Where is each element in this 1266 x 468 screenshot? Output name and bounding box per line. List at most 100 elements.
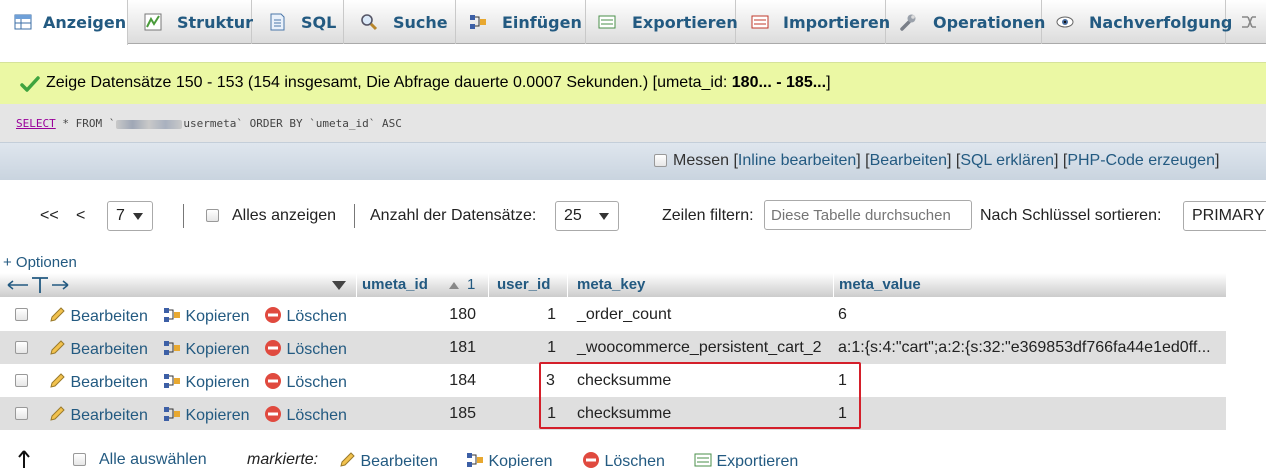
row-checkbox[interactable] <box>15 374 28 387</box>
pencil-icon <box>50 406 65 421</box>
wrench-icon <box>900 14 916 31</box>
cell-umeta-id: 185 <box>449 405 476 422</box>
column-header-meta-value[interactable]: meta_value <box>834 273 1226 297</box>
column-label: meta_key <box>577 276 646 293</box>
select-all-checkbox[interactable] <box>73 453 86 466</box>
row-copy-button[interactable]: Kopieren <box>163 372 250 392</box>
bulk-export-button[interactable]: Exportieren <box>694 451 798 468</box>
sql-keyword-select[interactable]: SELECT <box>16 117 56 130</box>
tab-struktur[interactable]: Struktur <box>128 0 254 44</box>
tab-label: SQL <box>301 13 337 32</box>
first-page-button[interactable]: << <box>40 207 59 225</box>
column-resize-arrows-icon[interactable] <box>6 276 70 294</box>
row-edit-button[interactable]: Bearbeiten <box>48 306 148 326</box>
tab-operationen[interactable]: Operationen <box>886 0 1045 44</box>
cell-meta-value: 1 <box>838 372 847 389</box>
sql-query: SELECT * FROM ` usermeta` ORDER BY `umeta… <box>16 117 402 130</box>
separator: ] [ <box>1053 152 1068 169</box>
column-header-umeta-id[interactable]: umeta_id 1 <box>357 273 488 297</box>
redacted-table-prefix <box>116 119 183 129</box>
row-checkbox[interactable] <box>15 308 28 321</box>
page-select[interactable]: 7 <box>107 201 153 231</box>
success-message: Zeige Datensätze 150 - 153 (154 insgesam… <box>0 62 1266 104</box>
check-icon <box>20 76 40 92</box>
edit-query-link[interactable]: Bearbeiten <box>870 152 947 169</box>
row-delete-button[interactable]: Löschen <box>264 372 347 392</box>
marked-label: markierte: <box>247 451 319 468</box>
cell-umeta-id: 181 <box>449 339 476 356</box>
cell-user-id: 1 <box>547 339 556 356</box>
divider <box>354 204 355 228</box>
row-delete-button[interactable]: Löschen <box>264 405 347 425</box>
column-header-user-id[interactable]: user_id <box>489 273 567 297</box>
tab-importieren[interactable]: Importieren <box>736 0 890 44</box>
prev-page-button[interactable]: < <box>76 207 85 225</box>
column-header-meta-key[interactable]: meta_key <box>568 273 833 297</box>
tab-trigger[interactable] <box>1226 0 1266 44</box>
pencil-icon <box>50 307 65 322</box>
inline-edit-link[interactable]: Inline bearbeiten <box>738 152 856 169</box>
table-row: Bearbeiten Kopieren Löschen 180 1 _order_co… <box>0 298 1226 331</box>
row-edit-label: Bearbeiten <box>70 308 148 325</box>
tab-label: Struktur <box>177 13 254 32</box>
row-edit-label: Bearbeiten <box>70 407 148 424</box>
tab-sql[interactable]: SQL <box>252 0 344 44</box>
filter-rows-input[interactable] <box>764 200 972 230</box>
tab-suche[interactable]: Suche <box>344 0 456 44</box>
row-edit-button[interactable]: Bearbeiten <box>48 405 148 425</box>
navigation-row: << < 7 Alles anzeigen Anzahl der Datensä… <box>0 198 1266 234</box>
separator: ] <box>1214 152 1220 169</box>
row-copy-button[interactable]: Kopieren <box>163 339 250 359</box>
sql-query-box: SELECT * FROM ` usermeta` ORDER BY `umeta… <box>0 104 1266 142</box>
row-delete-button[interactable]: Löschen <box>264 306 347 326</box>
row-checkbox[interactable] <box>15 341 28 354</box>
cell-meta-key: _order_count <box>577 306 672 323</box>
tab-bar: Anzeigen Struktur SQL Suche Einfügen Exp… <box>0 0 1266 45</box>
delete-icon <box>265 406 281 422</box>
import-icon <box>751 15 769 29</box>
row-checkbox[interactable] <box>15 407 28 420</box>
success-body: Zeige Datensätze 150 - 153 (154 insgesam… <box>46 74 732 91</box>
tab-einfuegen[interactable]: Einfügen <box>456 0 586 44</box>
delete-icon <box>583 452 599 468</box>
row-edit-button[interactable]: Bearbeiten <box>48 339 148 359</box>
separator: ] [ <box>946 152 961 169</box>
show-all-checkbox[interactable] <box>206 209 219 222</box>
triggers-icon <box>1242 16 1256 28</box>
select-all-label[interactable]: Alle auswählen <box>99 451 207 468</box>
cell-meta-value: 1 <box>838 405 847 422</box>
sql-text: * FROM ` <box>55 117 116 130</box>
chevron-down-icon <box>599 213 609 220</box>
cell-meta-value: 6 <box>838 306 847 323</box>
tab-label: Anzeigen <box>43 13 127 32</box>
tab-nachverfolgung[interactable]: Nachverfolgung <box>1042 0 1232 44</box>
php-code-link[interactable]: PHP-Code erzeugen <box>1067 152 1215 169</box>
success-range: 180... - 185... <box>731 74 827 91</box>
bulk-edit-button[interactable]: Bearbeiten <box>338 451 438 468</box>
sort-key-value: PRIMARY <box>1192 207 1265 224</box>
tab-exportieren[interactable]: Exportieren <box>586 0 738 44</box>
bulk-copy-button[interactable]: Kopieren <box>466 451 553 468</box>
copy-icon <box>164 308 180 322</box>
sort-key-select[interactable]: PRIMARY <box>1183 201 1266 231</box>
row-delete-label: Löschen <box>286 341 347 358</box>
copy-icon <box>164 407 180 421</box>
row-delete-button[interactable]: Löschen <box>264 339 347 359</box>
bulk-copy-label: Kopieren <box>488 453 553 468</box>
measure-checkbox[interactable] <box>654 154 667 168</box>
row-copy-button[interactable]: Kopieren <box>163 306 250 326</box>
show-all-label: Alles anzeigen <box>232 207 337 224</box>
bulk-delete-button[interactable]: Löschen <box>582 451 665 468</box>
sql-explain-link[interactable]: SQL erklären <box>960 152 1054 169</box>
sort-order-number: 1 <box>467 276 476 293</box>
tab-anzeigen[interactable]: Anzeigen <box>0 0 128 45</box>
row-copy-button[interactable]: Kopieren <box>163 405 250 425</box>
rows-count-value: 25 <box>564 207 582 224</box>
row-edit-button[interactable]: Bearbeiten <box>48 372 148 392</box>
arrow-up-icon <box>18 450 30 468</box>
tab-label: Suche <box>393 13 448 32</box>
triangle-down-icon[interactable] <box>332 281 346 290</box>
cell-meta-key: _woocommerce_persistent_cart_2 <box>577 339 822 356</box>
rows-count-select[interactable]: 25 <box>555 201 619 231</box>
options-link[interactable]: + Optionen <box>3 254 77 271</box>
